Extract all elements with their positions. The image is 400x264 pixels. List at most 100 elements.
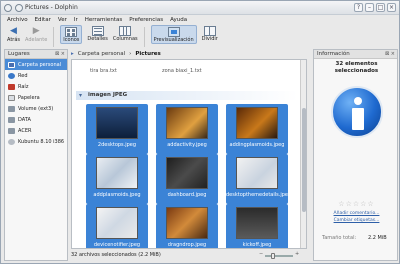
place-data[interactable]: DATA — [5, 114, 67, 125]
drive-icon — [8, 105, 15, 112]
place-label: Volume (ext3) — [18, 105, 54, 112]
file-tile[interactable]: 2desktops.jpeg — [86, 104, 148, 154]
place-label: Raíz — [18, 83, 29, 90]
zoom-slider[interactable]: − + — [259, 251, 299, 259]
places-title: Lugares — [8, 51, 30, 57]
place-label: Kubuntu 8.10 i386 — [18, 138, 65, 145]
file-name: dragndrop.jpeg — [167, 242, 207, 248]
place-network[interactable]: Red — [5, 70, 67, 81]
info-title: Información — [317, 51, 350, 57]
thumbnail — [236, 107, 278, 139]
menu-ayuda[interactable]: Ayuda — [170, 17, 187, 23]
split-view-icon — [203, 26, 216, 36]
information-icon — [331, 86, 383, 138]
title-bar: Pictures - Dolphin ? – □ × — [1, 1, 399, 15]
menu-ver[interactable]: Ver — [58, 17, 67, 23]
file-item[interactable]: tira bra.txt — [90, 68, 117, 74]
arrow-left-icon: ◀ — [10, 26, 17, 36]
help-icon[interactable]: ? — [354, 3, 363, 12]
file-tile[interactable]: addplasmoids.jpeg — [86, 154, 148, 204]
dolphin-window: Pictures - Dolphin ? – □ × Archivo Edita… — [0, 0, 400, 264]
maximize-icon[interactable]: □ — [376, 3, 385, 12]
network-icon — [8, 72, 15, 79]
toolbar-separator — [143, 27, 145, 47]
file-name: desktopthemedetails.jpeg — [226, 192, 292, 198]
place-trash[interactable]: Papelera — [5, 92, 67, 103]
details-view-icon — [91, 26, 104, 36]
file-tile[interactable]: desktopthemedetails.jpeg — [226, 154, 292, 204]
total-size-label: Tamaño total: — [322, 235, 357, 241]
place-home[interactable]: Carpeta personal — [5, 59, 67, 70]
home-folder-icon — [8, 61, 15, 68]
columns-view-icon — [119, 26, 132, 36]
place-kubuntu[interactable]: Kubuntu 8.10 i386 — [5, 136, 67, 147]
file-tile[interactable]: dashboard.jpeg — [156, 154, 218, 204]
zoom-handle[interactable] — [271, 253, 275, 259]
crumb-separator-icon: › — [129, 50, 132, 57]
zoom-out-icon[interactable]: − — [259, 251, 263, 257]
file-tile[interactable]: kickoff.jpeg — [226, 204, 288, 248]
minimize-icon[interactable]: – — [365, 3, 374, 12]
columns-view-button[interactable]: Columnas — [113, 25, 138, 42]
cdrom-icon — [8, 138, 15, 145]
preview-icon — [167, 27, 180, 37]
scrollbar-thumb[interactable] — [302, 108, 306, 212]
place-volume[interactable]: Volume (ext3) — [5, 103, 67, 114]
thumbnail — [166, 207, 208, 239]
menu-herramientas[interactable]: Herramientas — [85, 17, 122, 23]
file-tile[interactable]: addactivity.jpeg — [156, 104, 218, 154]
file-name: kickoff.jpeg — [242, 242, 272, 248]
main-toolbar: ◀ Atrás ▶ Adelante Iconos Detalles Colum… — [1, 25, 399, 49]
add-comment-link[interactable]: Añadir comentario... — [314, 211, 399, 216]
crumb-current[interactable]: Pictures — [135, 51, 160, 57]
window-menu-icons[interactable] — [4, 4, 23, 12]
total-size-value: 2.2 MiB — [368, 235, 387, 241]
trash-icon — [8, 94, 15, 101]
window-title: Pictures - Dolphin — [25, 4, 78, 11]
preview-button[interactable]: Previsualización — [150, 25, 197, 44]
file-name: dashboard.jpeg — [167, 192, 207, 198]
places-panel: Lugares ⊠ × Carpeta personal Red Raíz Pa… — [4, 49, 68, 261]
thumbnail — [96, 157, 138, 189]
file-tile[interactable]: devicenotifier.jpeg — [86, 204, 148, 248]
file-tile[interactable]: dragndrop.jpeg — [156, 204, 218, 248]
change-tags-link[interactable]: Cambiar etiquetas... — [314, 218, 399, 223]
file-item[interactable]: zona biaxi_1.txt — [162, 68, 202, 74]
file-view[interactable]: tira bra.txt zona biaxi_1.txt imagen JPE… — [71, 59, 307, 249]
menu-ir[interactable]: Ir — [74, 17, 78, 23]
place-root[interactable]: Raíz — [5, 81, 67, 92]
icons-view-button[interactable]: Iconos — [60, 25, 83, 44]
place-label: Carpeta personal — [18, 61, 62, 68]
crumb-home-icon[interactable]: ▸ — [71, 51, 74, 57]
arrow-right-icon: ▶ — [32, 26, 40, 36]
panel-close-icon[interactable]: ⊠ × — [385, 50, 395, 59]
menu-editar[interactable]: Editar — [35, 17, 51, 23]
file-name: addingplasmoids.jpeg — [229, 142, 285, 148]
menu-bar: Archivo Editar Ver Ir Herramientas Prefe… — [1, 15, 399, 25]
place-label: Papelera — [18, 94, 40, 101]
breadcrumb: ▸ Carpeta personal › Pictures — [71, 49, 307, 58]
information-panel: Información ⊠ × 32 elementos seleccionad… — [313, 49, 398, 261]
zoom-track[interactable] — [265, 255, 293, 257]
crumb-parent[interactable]: Carpeta personal — [78, 51, 125, 57]
forward-button[interactable]: ▶ Adelante — [25, 25, 47, 43]
rating-stars[interactable]: ☆☆☆☆☆ — [314, 200, 399, 208]
split-button[interactable]: Dividir — [202, 25, 218, 42]
sticky-icon[interactable] — [15, 4, 23, 12]
back-button[interactable]: ◀ Atrás — [7, 25, 20, 43]
menu-preferencias[interactable]: Preferencias — [129, 17, 163, 23]
place-acer[interactable]: ACER — [5, 125, 67, 136]
app-icon[interactable] — [4, 4, 12, 12]
group-header[interactable]: imagen JPEG — [76, 91, 298, 100]
thumbnail — [166, 107, 208, 139]
zoom-in-icon[interactable]: + — [295, 251, 299, 257]
window-controls: ? – □ × — [354, 3, 396, 12]
close-icon[interactable]: × — [387, 3, 396, 12]
vertical-scrollbar[interactable] — [300, 60, 306, 248]
file-tile[interactable]: addingplasmoids.jpeg — [226, 104, 288, 154]
menu-archivo[interactable]: Archivo — [7, 17, 28, 23]
panel-close-icon[interactable]: ⊠ × — [55, 50, 65, 59]
place-label: ACER — [18, 127, 32, 134]
details-view-button[interactable]: Detalles — [87, 25, 108, 42]
drive-icon — [8, 127, 15, 134]
